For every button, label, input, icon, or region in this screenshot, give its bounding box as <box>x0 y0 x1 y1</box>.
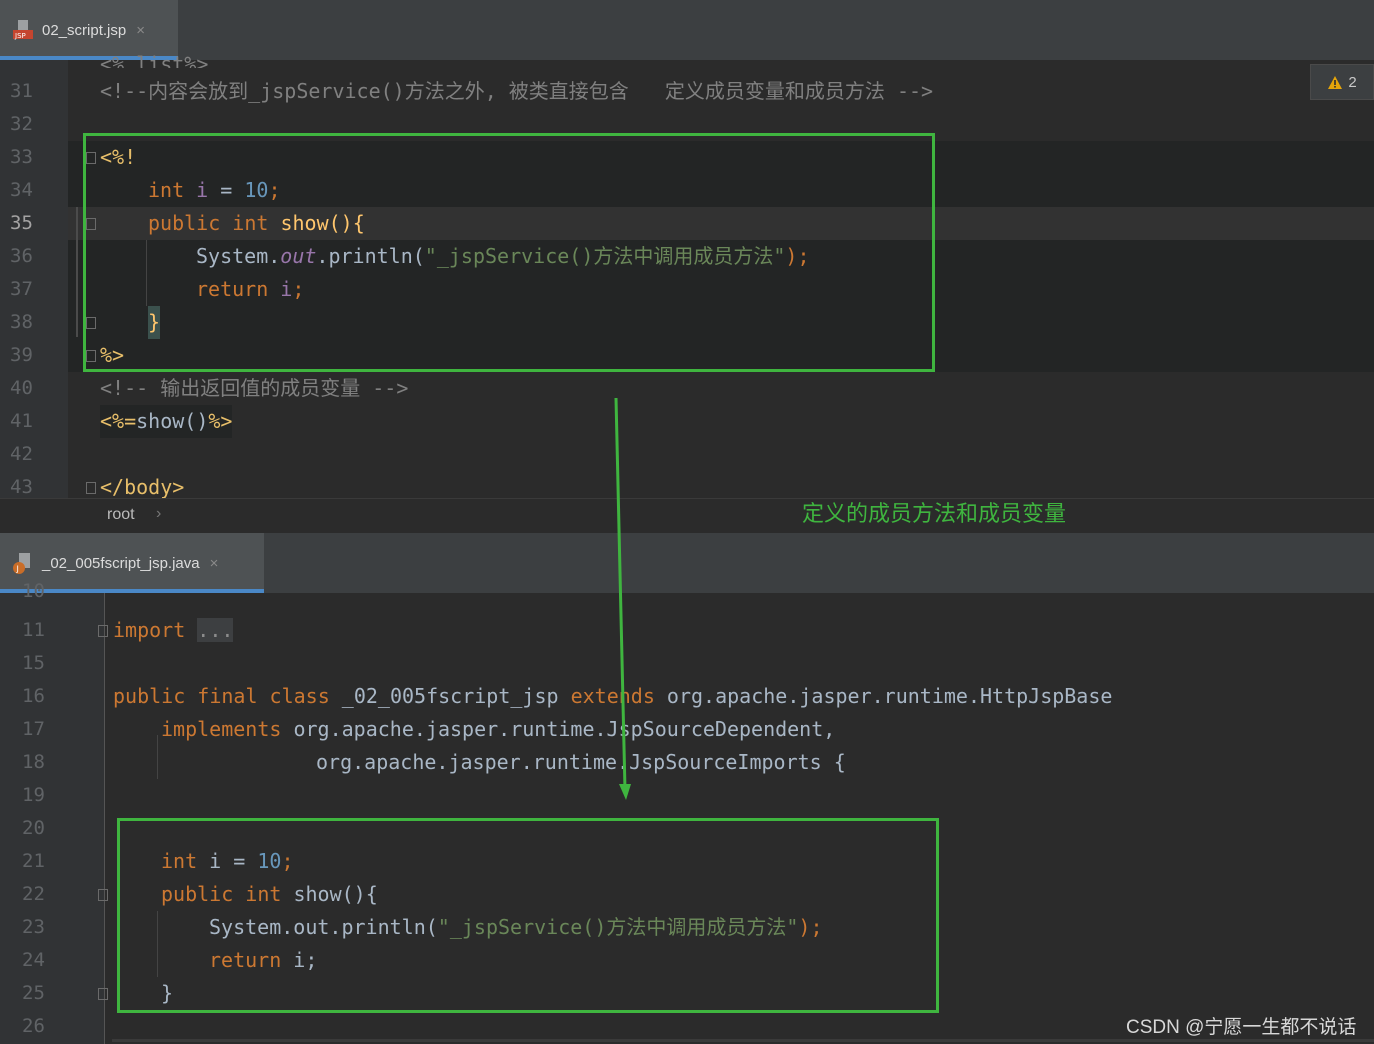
connector-arrow <box>614 397 631 800</box>
watermark: CSDN @宁愿一生都不说话 <box>1126 1017 1357 1038</box>
